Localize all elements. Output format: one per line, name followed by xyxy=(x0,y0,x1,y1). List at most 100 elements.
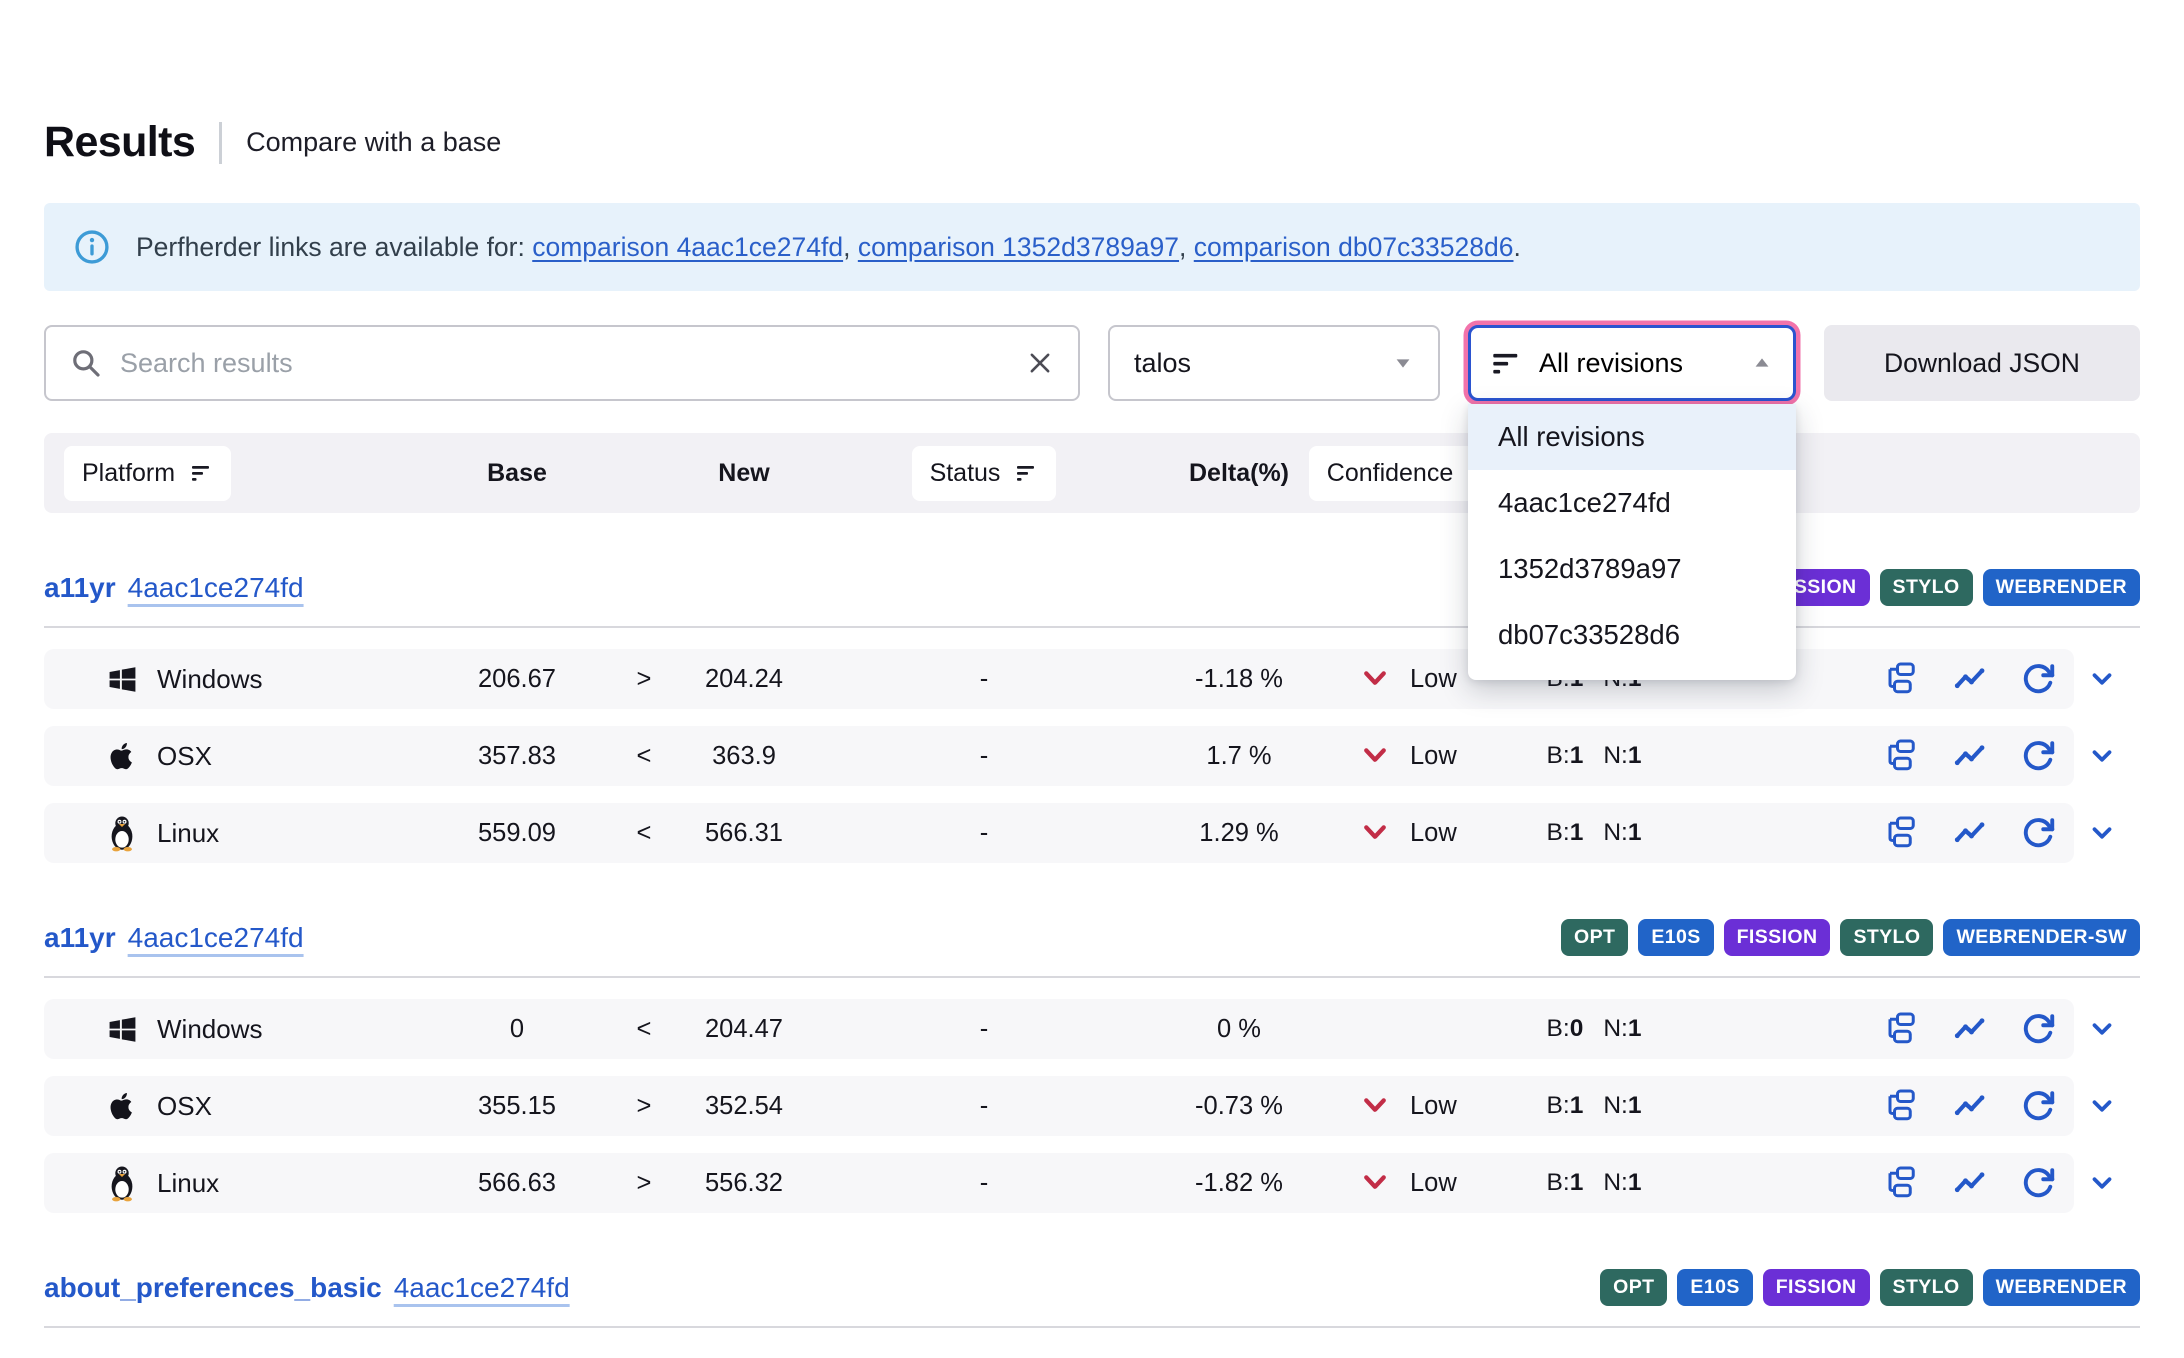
subtests-tree-button[interactable] xyxy=(1880,1084,1924,1128)
graph-link-button[interactable] xyxy=(1948,1084,1992,1128)
platform-filter-button[interactable]: Platform xyxy=(64,446,231,501)
graph-link-button[interactable] xyxy=(1948,1161,1992,1205)
expand-row-button[interactable] xyxy=(2074,649,2130,709)
tag-badge: OPT xyxy=(1600,1269,1667,1306)
tag-badge: STYLO xyxy=(1880,569,1973,606)
tag-badge: WEBRENDER xyxy=(1983,569,2140,606)
tag-badge: E10S xyxy=(1638,919,1713,956)
retrigger-button[interactable] xyxy=(2016,1007,2060,1051)
result-row: Windows 0 < 204.47 - 0 % B:0 N:1 xyxy=(44,999,2140,1059)
runs-base-label: B: xyxy=(1547,1015,1570,1042)
runs-new-label: N: xyxy=(1603,1092,1628,1119)
status-filter-button[interactable]: Status xyxy=(912,446,1057,501)
framework-select[interactable]: talos xyxy=(1108,325,1440,401)
runs-base-label: B: xyxy=(1547,1092,1570,1119)
graph-link-button[interactable] xyxy=(1948,657,1992,701)
base-value: 206.67 xyxy=(410,665,624,694)
subtests-tree-button[interactable] xyxy=(1880,1007,1924,1051)
retrigger-button[interactable] xyxy=(2016,734,2060,778)
base-value: 357.83 xyxy=(410,742,624,771)
result-row: Windows 206.67 > 204.24 - -1.18 % Low B:… xyxy=(44,649,2140,709)
graph-link-button[interactable] xyxy=(1948,811,1992,855)
retrigger-button[interactable] xyxy=(2016,1161,2060,1205)
comparison-link[interactable]: comparison 4aac1ce274fd xyxy=(532,232,843,262)
banner-prefix: Perfherder links are available for: xyxy=(136,232,525,262)
confidence-value: Low xyxy=(1410,665,1457,694)
revisions-filter-button[interactable]: All revisions xyxy=(1468,325,1796,401)
subtests-tree-button[interactable] xyxy=(1880,657,1924,701)
revision-option[interactable]: All revisions xyxy=(1468,404,1796,470)
search-box xyxy=(44,325,1080,401)
expand-row-button[interactable] xyxy=(2074,999,2130,1059)
tag-list: OPT E10S FISSION STYLO WEBRENDER-SW xyxy=(1561,919,2140,956)
new-value: 566.31 xyxy=(664,819,824,848)
confidence-value: Low xyxy=(1410,819,1457,848)
comparison-sign: > xyxy=(624,1169,664,1198)
new-value: 204.24 xyxy=(664,665,824,694)
revisions-dropdown-menu: All revisions 4aac1ce274fd 1352d3789a97 … xyxy=(1468,404,1796,680)
runs-new-value: 1 xyxy=(1628,819,1642,846)
test-name: a11yr xyxy=(44,922,116,954)
download-json-button[interactable]: Download JSON xyxy=(1824,325,2140,401)
runs-new-label: N: xyxy=(1603,819,1628,846)
section-divider xyxy=(44,1326,2140,1328)
confidence-down-icon xyxy=(1360,741,1390,771)
result-row: OSX 357.83 < 363.9 - 1.7 % Low B:1 N:1 xyxy=(44,726,2140,786)
windows-logo-icon xyxy=(102,664,142,695)
filter-icon xyxy=(189,461,213,485)
comparison-sign: < xyxy=(624,819,664,848)
runs-base-value: 1 xyxy=(1570,1169,1584,1196)
retrigger-button[interactable] xyxy=(2016,657,2060,701)
runs-count: B:0 N:1 xyxy=(1524,1015,1744,1043)
runs-count: B:1 N:1 xyxy=(1524,742,1744,770)
osx-logo-icon xyxy=(102,738,142,774)
new-header-label: New xyxy=(664,459,824,488)
comparison-link[interactable]: comparison 1352d3789a97 xyxy=(858,232,1179,262)
revision-option[interactable]: 1352d3789a97 xyxy=(1468,536,1796,602)
platform-label: Windows xyxy=(157,664,262,695)
runs-new-label: N: xyxy=(1603,742,1628,769)
confidence-value: Low xyxy=(1410,742,1457,771)
info-icon xyxy=(74,229,110,265)
banner-text: Perfherder links are available for: comp… xyxy=(136,232,1521,263)
confidence-value: Low xyxy=(1410,1092,1457,1121)
runs-new-value: 1 xyxy=(1628,742,1642,769)
revisions-selected-value: All revisions xyxy=(1539,348,1735,379)
runs-new-label: N: xyxy=(1603,1015,1628,1042)
runs-base-value: 1 xyxy=(1570,742,1584,769)
expand-row-button[interactable] xyxy=(2074,726,2130,786)
section-divider xyxy=(44,976,2140,978)
platform-label: Linux xyxy=(157,818,219,849)
status-value: - xyxy=(824,1015,1144,1044)
subtests-tree-button[interactable] xyxy=(1880,734,1924,778)
test-section: about_preferences_basic 4aac1ce274fd OPT… xyxy=(44,1269,2140,1349)
platform-label: OSX xyxy=(157,1091,212,1122)
graph-link-button[interactable] xyxy=(1948,1007,1992,1051)
search-input[interactable] xyxy=(120,348,1008,379)
expand-row-button[interactable] xyxy=(2074,1153,2130,1213)
delta-value: 0 % xyxy=(1144,1015,1334,1044)
base-value: 559.09 xyxy=(410,819,624,848)
revision-link[interactable]: 4aac1ce274fd xyxy=(128,572,304,604)
expand-row-button[interactable] xyxy=(2074,803,2130,863)
new-value: 556.32 xyxy=(664,1169,824,1198)
subtests-tree-button[interactable] xyxy=(1880,811,1924,855)
tag-badge: FISSION xyxy=(1724,919,1831,956)
comparison-link[interactable]: comparison db07c33528d6 xyxy=(1194,232,1514,262)
base-header-label: Base xyxy=(410,459,624,488)
retrigger-button[interactable] xyxy=(2016,811,2060,855)
revision-option[interactable]: db07c33528d6 xyxy=(1468,602,1796,668)
runs-base-label: B: xyxy=(1547,819,1570,846)
clear-search-icon[interactable] xyxy=(1026,349,1054,377)
revision-link[interactable]: 4aac1ce274fd xyxy=(394,1272,570,1304)
page-title: Results xyxy=(44,118,195,167)
windows-logo-icon xyxy=(102,1014,142,1045)
graph-link-button[interactable] xyxy=(1948,734,1992,778)
comparison-sign: < xyxy=(624,742,664,771)
expand-row-button[interactable] xyxy=(2074,1076,2130,1136)
revision-option[interactable]: 4aac1ce274fd xyxy=(1468,470,1796,536)
revision-link[interactable]: 4aac1ce274fd xyxy=(128,922,304,954)
page-header: Results Compare with a base xyxy=(44,118,2140,167)
retrigger-button[interactable] xyxy=(2016,1084,2060,1128)
subtests-tree-button[interactable] xyxy=(1880,1161,1924,1205)
